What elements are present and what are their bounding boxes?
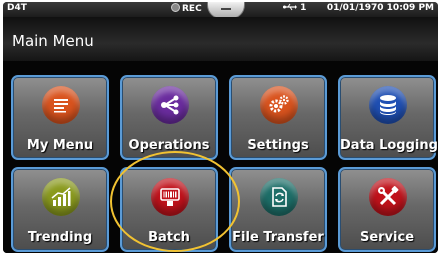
tile-label: Operations	[128, 138, 210, 153]
usb-icon	[283, 3, 297, 11]
tile-settings[interactable]: Settings	[229, 75, 327, 160]
tile-service[interactable]: Service	[338, 167, 436, 252]
tile-label: File Transfer	[232, 230, 324, 245]
device-screen: D4T REC 1 01/01/1970 10:09 PM Main Menu	[3, 2, 438, 253]
barcode-icon	[151, 178, 189, 216]
usb-count: 1	[300, 3, 307, 13]
usb-indicator: 1	[283, 3, 306, 13]
rec-label: REC	[182, 4, 202, 14]
tools-icon	[369, 178, 407, 216]
list-icon	[42, 86, 80, 124]
tile-label: Batch	[148, 230, 190, 245]
tile-label: Service	[359, 230, 415, 245]
tile-label: Settings	[247, 138, 309, 153]
datetime: 01/01/1970 10:09 PM	[326, 3, 434, 13]
rec-icon	[171, 3, 180, 12]
tile-my-menu[interactable]: My Menu	[11, 75, 109, 160]
file-transfer-icon	[260, 178, 298, 216]
tile-label: Trending	[27, 230, 93, 245]
page-title: Main Menu	[12, 32, 94, 50]
gears-icon	[260, 86, 298, 124]
share-icon	[151, 86, 189, 124]
title-bar: Main Menu	[3, 17, 438, 61]
tile-data-logging[interactable]: Data Logging	[338, 75, 438, 160]
menu-grid: My Menu Operations Settings Data Logging…	[3, 61, 438, 253]
bar-chart-icon	[42, 178, 80, 216]
device-id: D4T	[7, 3, 27, 13]
rec-indicator: REC	[171, 3, 202, 14]
database-icon	[369, 86, 407, 124]
tile-label: Data Logging	[340, 138, 438, 153]
tile-file-transfer[interactable]: File Transfer	[229, 167, 327, 252]
tile-trending[interactable]: Trending	[11, 167, 109, 252]
tile-label: My Menu	[26, 138, 94, 153]
tile-batch[interactable]: Batch	[120, 167, 218, 252]
tile-operations[interactable]: Operations	[120, 75, 218, 160]
pulldown-handle-icon	[221, 8, 231, 10]
